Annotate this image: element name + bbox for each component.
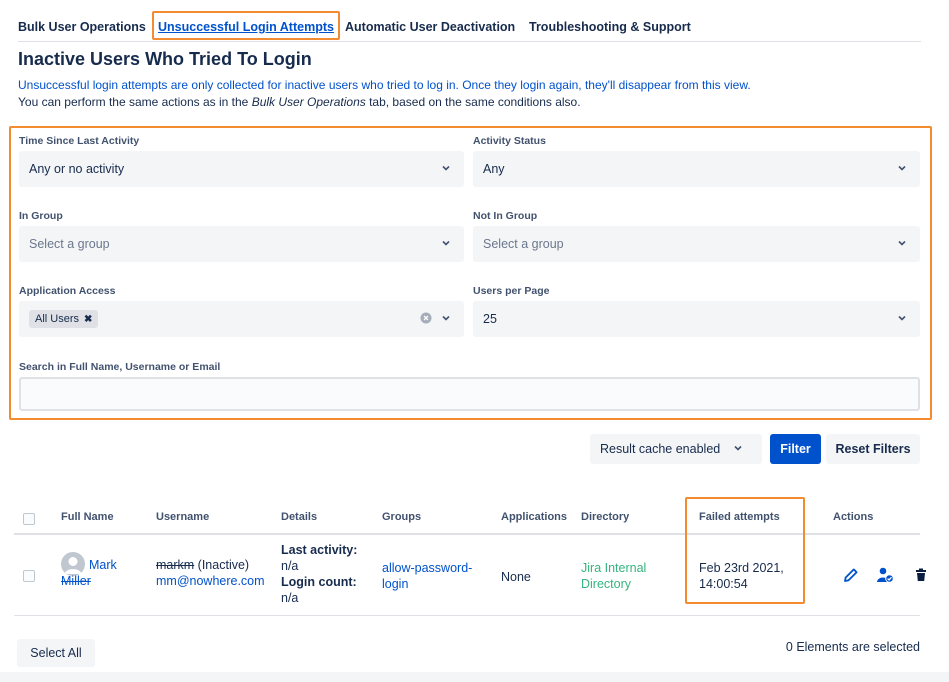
time-since-value: Any or no activity: [29, 162, 125, 176]
tab-troubleshooting-support[interactable]: Troubleshooting & Support: [529, 20, 691, 34]
column-header-directory[interactable]: Directory: [581, 511, 629, 523]
info-text: Unsuccessful login attempts are only col…: [18, 78, 751, 92]
chevron-down-icon: [440, 312, 452, 324]
column-header-groups: Groups: [382, 511, 422, 523]
application-access-select[interactable]: All Users ✖: [19, 301, 464, 337]
column-header-applications: Applications: [501, 511, 568, 523]
column-header-failed-attempts[interactable]: Failed attempts: [699, 511, 780, 523]
user-full-name-link[interactable]: Mark Miller: [61, 557, 131, 589]
search-input[interactable]: [19, 377, 920, 411]
chevron-down-icon: [896, 162, 908, 174]
chevron-down-icon: [440, 162, 452, 174]
chip-label: All Users: [35, 313, 80, 325]
chevron-down-icon: [440, 237, 452, 249]
user-activate-icon[interactable]: [876, 566, 894, 584]
time-since-label: Time Since Last Activity: [19, 135, 140, 147]
users-per-page-value: 25: [483, 312, 497, 326]
reset-filters-button[interactable]: Reset Filters: [826, 434, 920, 464]
username-cell: markm (Inactive) mm@nowhere.com: [156, 557, 265, 589]
column-header-details: Details: [281, 511, 318, 523]
selected-count: 0 Elements are selected: [785, 640, 920, 654]
column-header-full-name[interactable]: Full Name: [61, 511, 114, 523]
activity-status-select[interactable]: Any: [473, 151, 920, 187]
column-header-actions: Actions: [833, 511, 874, 523]
users-per-page-label: Users per Page: [473, 285, 550, 297]
bottom-strip: [0, 672, 949, 682]
result-cache-dropdown[interactable]: Result cache enabled: [590, 434, 762, 464]
chevron-down-icon: [732, 442, 744, 457]
table-header-divider: [14, 533, 920, 535]
directory-cell: Jira Internal Directory: [581, 561, 647, 591]
table-row-divider: [14, 615, 920, 616]
applications-cell: None: [501, 570, 531, 584]
in-group-select[interactable]: Select a group: [19, 226, 464, 262]
in-group-placeholder: Select a group: [29, 237, 110, 251]
group-link[interactable]: allow-password-login: [382, 560, 472, 592]
result-cache-label: Result cache enabled: [600, 442, 721, 456]
column-header-username[interactable]: Username: [156, 511, 209, 523]
details-cell: Last activity: n/a Login count: n/a: [281, 542, 357, 606]
tab-unsuccessful-login-attempts[interactable]: Unsuccessful Login Attempts: [158, 20, 334, 34]
login-count-value: n/a: [281, 591, 299, 605]
remove-chip-icon[interactable]: ✖: [84, 314, 92, 325]
application-access-label: Application Access: [19, 285, 116, 297]
row-checkbox[interactable]: [23, 570, 35, 582]
info-text-secondary: You can perform the same actions as in t…: [18, 95, 581, 109]
tab-bar: Bulk User Operations Unsuccessful Login …: [18, 14, 921, 42]
filter-button[interactable]: Filter: [770, 434, 821, 464]
not-in-group-placeholder: Select a group: [483, 237, 564, 251]
users-per-page-select[interactable]: 25: [473, 301, 920, 337]
clear-icon[interactable]: [420, 312, 432, 324]
not-in-group-label: Not In Group: [473, 210, 538, 222]
in-group-label: In Group: [19, 210, 63, 222]
select-all-button[interactable]: Select All: [17, 639, 95, 667]
failed-attempts-cell: Feb 23rd 2021, 14:00:54: [699, 561, 784, 591]
activity-status-value: Any: [483, 162, 505, 176]
last-activity-value: n/a: [281, 559, 299, 573]
user-email-link[interactable]: mm@nowhere.com: [156, 574, 265, 588]
trash-icon[interactable]: [912, 566, 930, 584]
edit-icon[interactable]: [842, 566, 860, 584]
search-label: Search in Full Name, Username or Email: [19, 361, 221, 373]
login-count-label: Login count:: [281, 575, 357, 589]
activity-status-label: Activity Status: [473, 135, 546, 147]
time-since-select[interactable]: Any or no activity: [19, 151, 464, 187]
chevron-down-icon: [896, 312, 908, 324]
chevron-down-icon: [896, 237, 908, 249]
page-title: Inactive Users Who Tried To Login: [18, 49, 312, 69]
tab-bulk-user-operations[interactable]: Bulk User Operations: [18, 20, 146, 34]
all-users-chip: All Users ✖: [29, 310, 99, 328]
tab-automatic-user-deactivation[interactable]: Automatic User Deactivation: [345, 20, 515, 34]
user-status: (Inactive): [194, 558, 250, 572]
select-all-checkbox[interactable]: [23, 513, 35, 525]
username: markm: [156, 558, 195, 572]
not-in-group-select[interactable]: Select a group: [473, 226, 920, 262]
last-activity-label: Last activity:: [281, 543, 358, 557]
